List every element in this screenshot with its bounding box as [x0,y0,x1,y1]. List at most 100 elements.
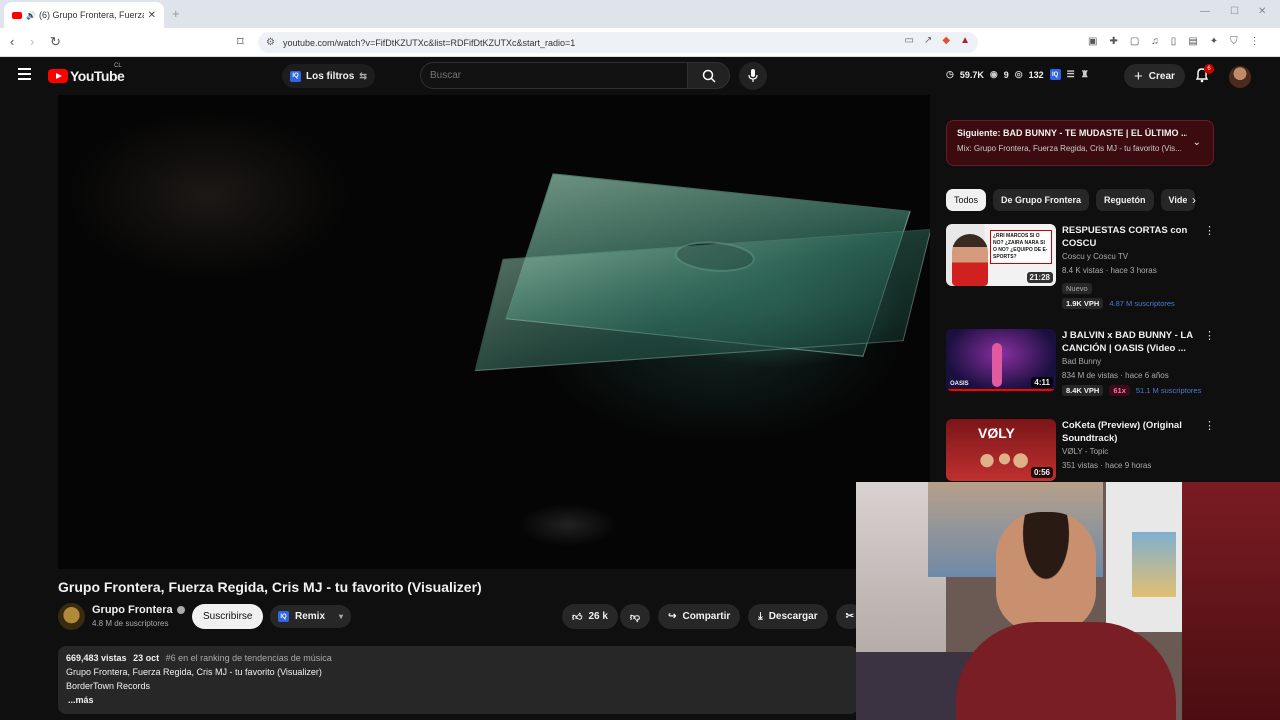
minimize-icon[interactable]: — [1200,6,1210,17]
rewards-icon[interactable]: ▲ [960,35,970,46]
search-box [420,62,730,89]
download-button[interactable]: ⤓ Descargar [748,604,828,629]
browser-menu-icon[interactable]: ⋮ [1250,36,1260,47]
recommendation-title[interactable]: RESPUESTAS CORTAS con COSCU [1062,224,1202,250]
chip-videos[interactable]: Vide [1160,189,1196,211]
puzzle-icon[interactable]: ✚ [1109,36,1117,47]
remix-button[interactable]: IQ Remix ▾ [270,605,352,628]
chip-todos[interactable]: Todos [946,189,987,211]
search-input[interactable] [420,62,688,89]
video-thumbnail[interactable]: ¿RRI MARCOS SI O NO? ¿ZAIRA NARA SI O NO… [946,224,1056,286]
filters-button[interactable]: IQ Los filtros ⇆ [282,64,375,88]
recommendation-channel[interactable]: VØLY - Topic [1062,445,1202,459]
site-info-icon[interactable]: ⚙ [266,37,275,48]
url-field[interactable]: ⚙ youtube.com/watch?v=FifDtKZUTXc&list=R… [258,32,978,53]
dislike-button[interactable]: 👎︎ [619,604,651,629]
webcam-overlay [856,482,1280,720]
browser-tab-bar: 🔊 (6) Grupo Frontera, Fuerza Re ✕ + — ☐ … [0,0,1280,28]
create-button[interactable]: + Crear [1124,64,1185,88]
vpn-icon[interactable]: ⛉ [1230,36,1238,47]
wallet-icon[interactable]: ▤ [1188,36,1197,47]
iq-extension-icon[interactable]: IQ [1049,69,1061,80]
iq-icon: IQ [278,611,289,622]
trending-link[interactable]: #6 en el ranking de tendencias de música [166,653,332,663]
chevron-down-icon[interactable]: ▾ [339,612,343,621]
video-actions: 👍︎ 26 k 👎︎ ↪ Compartir ⤓ Descargar ✂ [562,604,864,629]
close-tab-icon[interactable]: ✕ [148,10,156,21]
create-label: Crear [1148,70,1175,82]
thumbnail-person [952,234,988,286]
brave-shield-icon[interactable]: ◆ [942,35,950,46]
stat-likes: 9 [1003,69,1009,80]
share-label: Compartir [682,611,731,622]
vph-badge: 1.9K VPH [1062,298,1104,309]
like-button[interactable]: 👍︎ 26 k [562,604,618,629]
close-window-icon[interactable]: ✕ [1258,6,1266,17]
reload-icon[interactable]: ↻ [50,34,61,50]
like-count: 26 k [588,611,608,622]
multiplier-badge: 61x [1109,385,1130,396]
video-thumbnail[interactable]: VØLY 0:56 [946,419,1056,481]
chip-de-grupo-frontera[interactable]: De Grupo Frontera [993,189,1090,211]
video-thumbnail[interactable]: OASIS 4:11 [946,329,1056,391]
search-button[interactable] [688,62,730,89]
new-tab-icon[interactable]: + [172,6,180,21]
up-next-panel[interactable]: Siguiente: BAD BUNNY - TE MUDASTE | EL Ú… [946,120,1214,166]
recommendation-channel[interactable]: Bad Bunny [1062,355,1202,369]
video-title: Grupo Frontera, Fuerza Regida, Cris MJ -… [58,579,482,595]
bookmark-icon[interactable]: ⌑ [237,34,244,50]
channel-avatar[interactable] [58,603,85,630]
ai-icon[interactable]: ✦ [1210,36,1218,47]
vph-badge: 8.4K VPH [1062,385,1104,396]
more-options-icon[interactable]: ⋮ [1204,419,1215,432]
back-icon[interactable]: ‹ [10,34,14,49]
view-count: 669,483 vistas [66,653,127,663]
chip-regueton[interactable]: Reguetón [1096,189,1154,211]
youtube-logo[interactable]: YouTube CL [48,63,125,84]
voice-search-button[interactable] [739,62,767,90]
sidebar-icon[interactable]: ▯ [1171,36,1177,47]
video-duration: 21:28 [1026,272,1053,283]
recommendation-item[interactable]: ¿RRI MARCOS SI O NO? ¿ZAIRA NARA SI O NO… [946,224,1215,310]
recommendation-title[interactable]: J BALVIN x BAD BUNNY - LA CANCIÓN | OASI… [1062,329,1202,355]
thumbnail-text: ¿RRI MARCOS SI O NO? ¿ZAIRA NARA SI O NO… [990,230,1052,264]
subscriber-stat: 51.1 M suscriptores [1135,386,1202,395]
stat-views: 59.7K [959,69,984,80]
chevron-right-icon[interactable]: › [1192,193,1196,207]
subscribe-button[interactable]: Suscribirse [192,604,264,629]
share-icon[interactable]: ↗ [924,35,932,46]
address-bar: ‹ › ↻ ⌑ ⚙ youtube.com/watch?v=FifDtKZUTX… [0,28,1280,57]
extension-icon[interactable]: ▣ [1088,36,1097,47]
more-options-icon[interactable]: ⋮ [1204,329,1215,342]
video-player[interactable] [58,95,930,569]
channel-name-text: Grupo Frontera [92,604,173,616]
list-icon[interactable]: ☰ [1067,69,1075,80]
hamburger-menu-icon[interactable] [18,68,31,80]
share-button[interactable]: ↪ Compartir [658,604,741,629]
cast-icon[interactable]: ▭ [905,35,914,46]
music-icon[interactable]: ♫ [1151,36,1159,47]
chevron-down-icon[interactable]: ⌄ [1193,137,1201,148]
channel-name[interactable]: Grupo Frontera [92,604,185,616]
more-options-icon[interactable]: ⋮ [1204,224,1215,237]
screenshot-icon[interactable]: ▢ [1130,36,1139,47]
recommendation-title[interactable]: CoKeta (Preview) (Original Soundtrack) [1062,419,1202,445]
maximize-icon[interactable]: ☐ [1230,6,1239,17]
webcam-door [1182,482,1280,720]
webcam-poster-small [1132,532,1176,597]
speaker-icon[interactable]: 🔊 [26,11,36,20]
notification-count-badge: 6 [1204,64,1214,74]
show-more-link[interactable]: ...más [66,693,850,707]
description-box[interactable]: 669,483 vistas 23 oct #6 en el ranking d… [58,646,858,714]
scissors-icon: ✂ [845,611,854,622]
account-avatar[interactable] [1229,66,1251,88]
browser-tab[interactable]: 🔊 (6) Grupo Frontera, Fuerza Re ✕ [4,2,164,28]
trophy-icon[interactable]: ♜ [1081,69,1089,80]
thumbnail-text: OASIS [950,381,969,387]
up-next-mix: Mix: Grupo Frontera, Fuerza Regida, Cris… [957,144,1182,153]
recommendation-channel[interactable]: Coscu y Coscu TV [1062,250,1202,264]
recommendation-info: RESPUESTAS CORTAS con COSCU Coscu y Cosc… [1062,224,1202,309]
forward-icon[interactable]: › [30,34,34,49]
notifications-button[interactable]: 6 [1194,64,1214,83]
recommendation-item[interactable]: OASIS 4:11 J BALVIN x BAD BUNNY - LA CAN… [946,329,1215,415]
